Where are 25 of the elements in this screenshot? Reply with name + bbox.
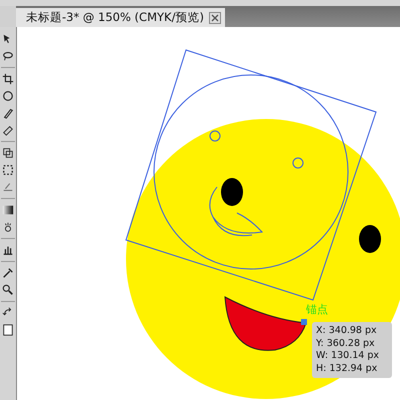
pencil-icon[interactable]	[2, 181, 14, 193]
gradient-icon[interactable]	[2, 204, 14, 216]
eyedropper-icon[interactable]	[2, 267, 14, 279]
stamp-icon[interactable]	[2, 147, 14, 159]
tooltip-reading: H: 132.94 px	[316, 362, 378, 375]
marquee-icon[interactable]	[2, 164, 14, 176]
tooltip-reading: X: 340.98 px	[316, 325, 378, 338]
tooltip-reading: Y: 360.28 px	[316, 338, 376, 350]
eye	[359, 225, 381, 253]
document-tab[interactable]: 未标题-3* @ 150% (CMYK/预览)	[16, 8, 225, 27]
document-title: 未标题-3* @ 150% (CMYK/预览)	[26, 10, 204, 25]
color-swatch-icon[interactable]	[2, 324, 14, 336]
bar-graph-icon[interactable]	[2, 244, 14, 256]
tooltip-reading: W: 130.14 px	[316, 350, 380, 362]
anchor-label: 锚点	[306, 302, 328, 317]
magnifier-icon[interactable]	[2, 284, 14, 296]
eraser-icon[interactable]	[2, 124, 14, 136]
close-icon[interactable]	[208, 12, 221, 24]
panel-grip[interactable]	[0, 6, 16, 27]
brush-icon[interactable]	[2, 107, 14, 119]
circle-icon[interactable]	[2, 90, 14, 102]
crop-icon[interactable]	[2, 73, 14, 85]
dodge-icon[interactable]	[2, 221, 14, 233]
lasso-icon[interactable]	[2, 50, 14, 62]
eye	[221, 178, 243, 206]
